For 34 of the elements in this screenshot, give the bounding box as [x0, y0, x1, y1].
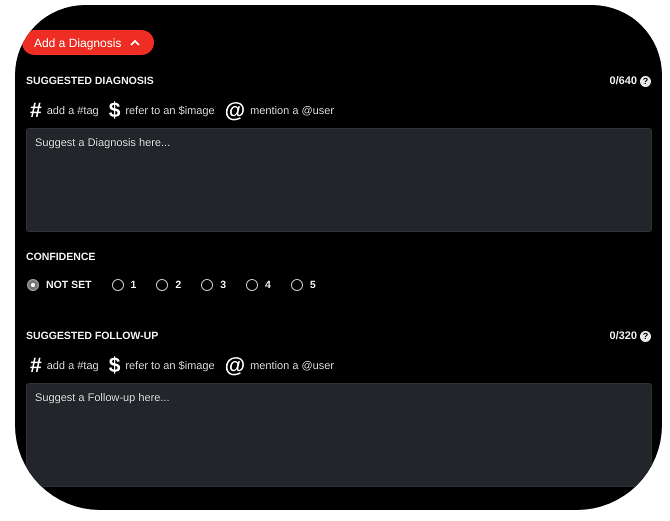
symbol-icon[interactable]: # [30, 354, 42, 378]
symbol-icon[interactable]: # [30, 99, 42, 123]
radio-button[interactable] [201, 279, 214, 291]
hint-text: add a #tag [46, 105, 99, 117]
radio-button[interactable] [156, 279, 168, 291]
radio-label: 2 [175, 279, 182, 291]
help-icon[interactable]: ? [640, 330, 651, 342]
radio-label: 3 [220, 279, 226, 291]
hint-text: mention a @user [250, 105, 334, 117]
radio-label: NOT SET [46, 279, 92, 291]
radio-button[interactable] [246, 279, 258, 291]
symbol-icon[interactable]: @ [224, 99, 246, 123]
radio-label: 4 [265, 279, 271, 291]
text-area[interactable]: Suggest a Diagnosis here... [26, 128, 652, 232]
radio-label: 5 [310, 279, 316, 291]
radio-button[interactable] [112, 279, 124, 291]
radio-button[interactable] [290, 279, 303, 291]
hint-text: refer to an $image [125, 105, 215, 117]
section-title: CONFIDENCE [26, 251, 96, 263]
section-title: SUGGESTED FOLLOW-UP [26, 330, 160, 342]
radio-label: 1 [130, 279, 136, 291]
symbol-icon[interactable]: $ [108, 99, 120, 123]
character-counter: 0/640 [609, 75, 637, 87]
hint-text: refer to an $image [125, 360, 215, 372]
add-diagnosis-button[interactable]: Add a Diagnosis [22, 30, 154, 55]
section-title: SUGGESTED DIAGNOSIS [26, 75, 155, 87]
symbol-icon[interactable]: $ [108, 354, 120, 378]
character-counter: 0/320 [609, 330, 637, 342]
text-area[interactable]: Suggest a Follow-up here... [26, 383, 652, 487]
hint-text: add a #tag [46, 360, 99, 372]
hint-text: mention a @user [250, 360, 334, 372]
help-icon[interactable]: ? [640, 76, 651, 86]
symbol-icon[interactable]: @ [224, 354, 246, 378]
radio-button[interactable] [27, 279, 39, 291]
